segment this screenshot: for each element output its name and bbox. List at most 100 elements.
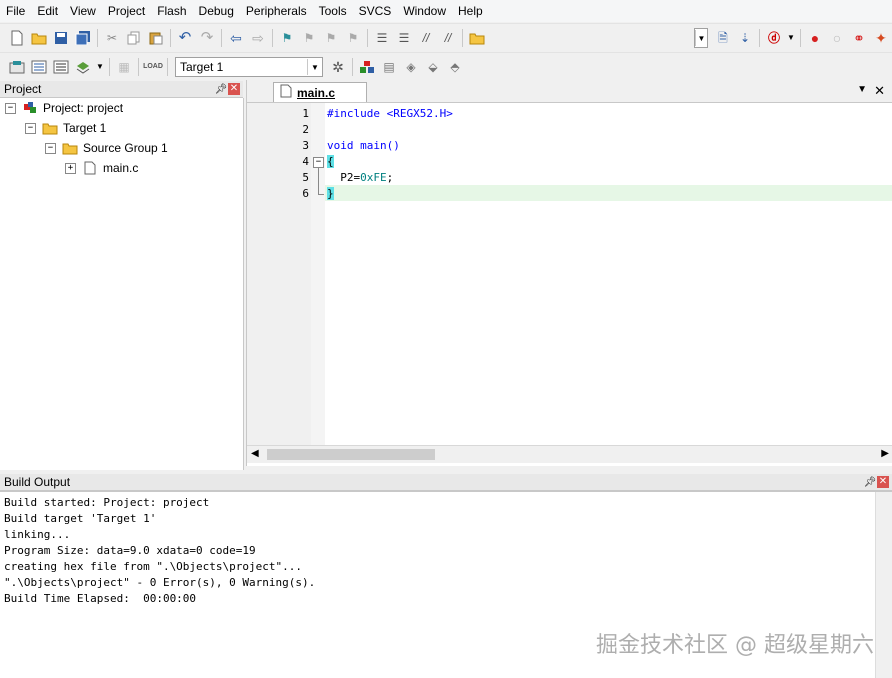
pin-icon[interactable]: 📌︎ [863, 477, 877, 488]
line-number: 6 [302, 187, 309, 200]
tree-label-group: Source Group 1 [83, 141, 168, 155]
kill-breakpoints-icon[interactable]: ⚭ [850, 29, 868, 47]
uncomment-icon[interactable]: // [439, 29, 457, 47]
prev-bookmark-icon[interactable]: ⚑ [300, 29, 318, 47]
menu-help[interactable]: Help [452, 0, 489, 22]
nav-back-icon[interactable]: ⇦ [227, 29, 245, 47]
code-text: P2= [327, 171, 361, 184]
undo-icon[interactable]: ↶ [176, 29, 194, 47]
find-combo[interactable]: ▼ [694, 28, 708, 48]
collapse-icon[interactable]: − [25, 122, 36, 134]
clear-bookmarks-icon[interactable]: ⚑ [344, 29, 362, 47]
tree-label-project: Project: project [43, 101, 124, 115]
fold-collapse-icon[interactable]: − [313, 157, 324, 168]
configure-icon[interactable]: ✦ [872, 29, 890, 47]
comment-icon[interactable]: // [417, 29, 435, 47]
menu-peripherals[interactable]: Peripherals [240, 0, 313, 22]
line-number: 1 [302, 107, 309, 120]
stop-build-icon[interactable]: ▦ [115, 58, 133, 76]
code-area[interactable]: #include <REGX52.H> void main() { P2=0xF… [325, 103, 892, 445]
menu-file[interactable]: File [0, 0, 31, 22]
project-panel: − Project: project − Target 1 − Source G… [0, 98, 244, 470]
tree-node-group[interactable]: − Source Group 1 [45, 139, 168, 157]
menu-debug[interactable]: Debug [193, 0, 240, 22]
file-icon [280, 84, 292, 101]
select-software-packs-icon[interactable]: ▤ [380, 58, 398, 76]
redo-icon[interactable]: ↷ [198, 29, 216, 47]
outdent-icon[interactable]: ☰ [395, 29, 413, 47]
copy-icon[interactable] [125, 29, 143, 47]
batch-build-icon[interactable] [74, 58, 92, 76]
file-icon [82, 161, 98, 175]
save-icon[interactable] [52, 29, 70, 47]
find-icon[interactable]: 🗎 [714, 29, 732, 47]
open-folder-icon [62, 141, 78, 155]
fold-end [318, 194, 324, 195]
incremental-find-icon[interactable]: ⇣ [736, 29, 754, 47]
tab-main-c[interactable]: main.c [273, 82, 367, 102]
cut-icon[interactable]: ✂ [103, 29, 121, 47]
download-icon[interactable]: LOAD [143, 58, 163, 76]
target-options-icon[interactable]: ✲ [329, 58, 347, 76]
folder-icon [42, 121, 58, 135]
fold-line [318, 168, 319, 194]
code-line-4: { [327, 154, 334, 170]
pack-installer-icon[interactable]: ◈ [402, 58, 420, 76]
find-in-files-icon[interactable] [468, 29, 486, 47]
build-output-title: Build Output [4, 475, 71, 489]
vertical-scrollbar[interactable] [875, 492, 892, 678]
indent-icon[interactable]: ☰ [373, 29, 391, 47]
close-icon[interactable]: ✕ [877, 476, 889, 488]
menu-window[interactable]: Window [397, 0, 452, 22]
tree-node-project[interactable]: − Project: project [5, 99, 123, 117]
close-tab-icon[interactable]: ✕ [874, 83, 885, 99]
line-number: 2 [302, 123, 309, 136]
line-number: 3 [302, 139, 309, 152]
output-line: linking... [4, 528, 71, 541]
open-folder-icon[interactable] [30, 29, 48, 47]
scroll-right-icon[interactable]: ▶ [881, 448, 889, 459]
manage-rte-icon[interactable]: ⬙ [424, 58, 442, 76]
close-icon[interactable]: ✕ [228, 83, 240, 95]
expand-icon[interactable]: + [65, 162, 76, 174]
debug-session-icon[interactable]: ⓓ [765, 29, 783, 47]
tab-list-chevron-icon[interactable]: ▼ [857, 84, 867, 95]
output-line: Build target 'Target 1' [4, 512, 157, 525]
line-number: 5 [302, 171, 309, 184]
menu-svcs[interactable]: SVCS [353, 0, 398, 22]
breakpoint-icon[interactable]: ● [806, 29, 824, 47]
manage-components-icon[interactable] [358, 58, 376, 76]
bookmark-icon[interactable]: ⚑ [278, 29, 296, 47]
build-icon[interactable] [30, 58, 48, 76]
collapse-icon[interactable]: − [45, 142, 56, 154]
menu-flash[interactable]: Flash [151, 0, 192, 22]
target-select[interactable]: Target 1 ▼ [175, 57, 323, 77]
horizontal-scrollbar[interactable]: ◀ ▶ [247, 445, 892, 463]
menu-view[interactable]: View [64, 0, 102, 22]
paste-icon[interactable] [147, 29, 165, 47]
save-all-icon[interactable] [74, 29, 92, 47]
chevron-down-icon[interactable]: ▼ [96, 58, 104, 76]
menu-tools[interactable]: Tools [313, 0, 353, 22]
code-line-6: } [327, 186, 334, 202]
disable-breakpoint-icon[interactable]: ○ [828, 29, 846, 47]
menu-edit[interactable]: Edit [31, 0, 64, 22]
code-line-3: void main() [327, 139, 400, 152]
new-file-icon[interactable] [8, 29, 26, 47]
line-number: 4 [302, 155, 309, 168]
pack-update-icon[interactable]: ⬘ [446, 58, 464, 76]
brace-match: { [327, 155, 334, 168]
chevron-down-icon[interactable]: ▼ [787, 29, 795, 47]
tree-node-target[interactable]: − Target 1 [25, 119, 106, 137]
line-number-gutter: 1 2 3 4 5 6 [247, 103, 311, 445]
menu-project[interactable]: Project [102, 0, 151, 22]
rebuild-icon[interactable] [52, 58, 70, 76]
translate-icon[interactable] [8, 58, 26, 76]
next-bookmark-icon[interactable]: ⚑ [322, 29, 340, 47]
collapse-icon[interactable]: − [5, 102, 16, 114]
scroll-thumb[interactable] [267, 449, 435, 460]
tree-node-file[interactable]: + main.c [65, 159, 138, 177]
pin-icon[interactable]: 📌︎ [214, 84, 228, 95]
nav-forward-icon[interactable]: ⇨ [249, 29, 267, 47]
scroll-left-icon[interactable]: ◀ [251, 448, 259, 459]
